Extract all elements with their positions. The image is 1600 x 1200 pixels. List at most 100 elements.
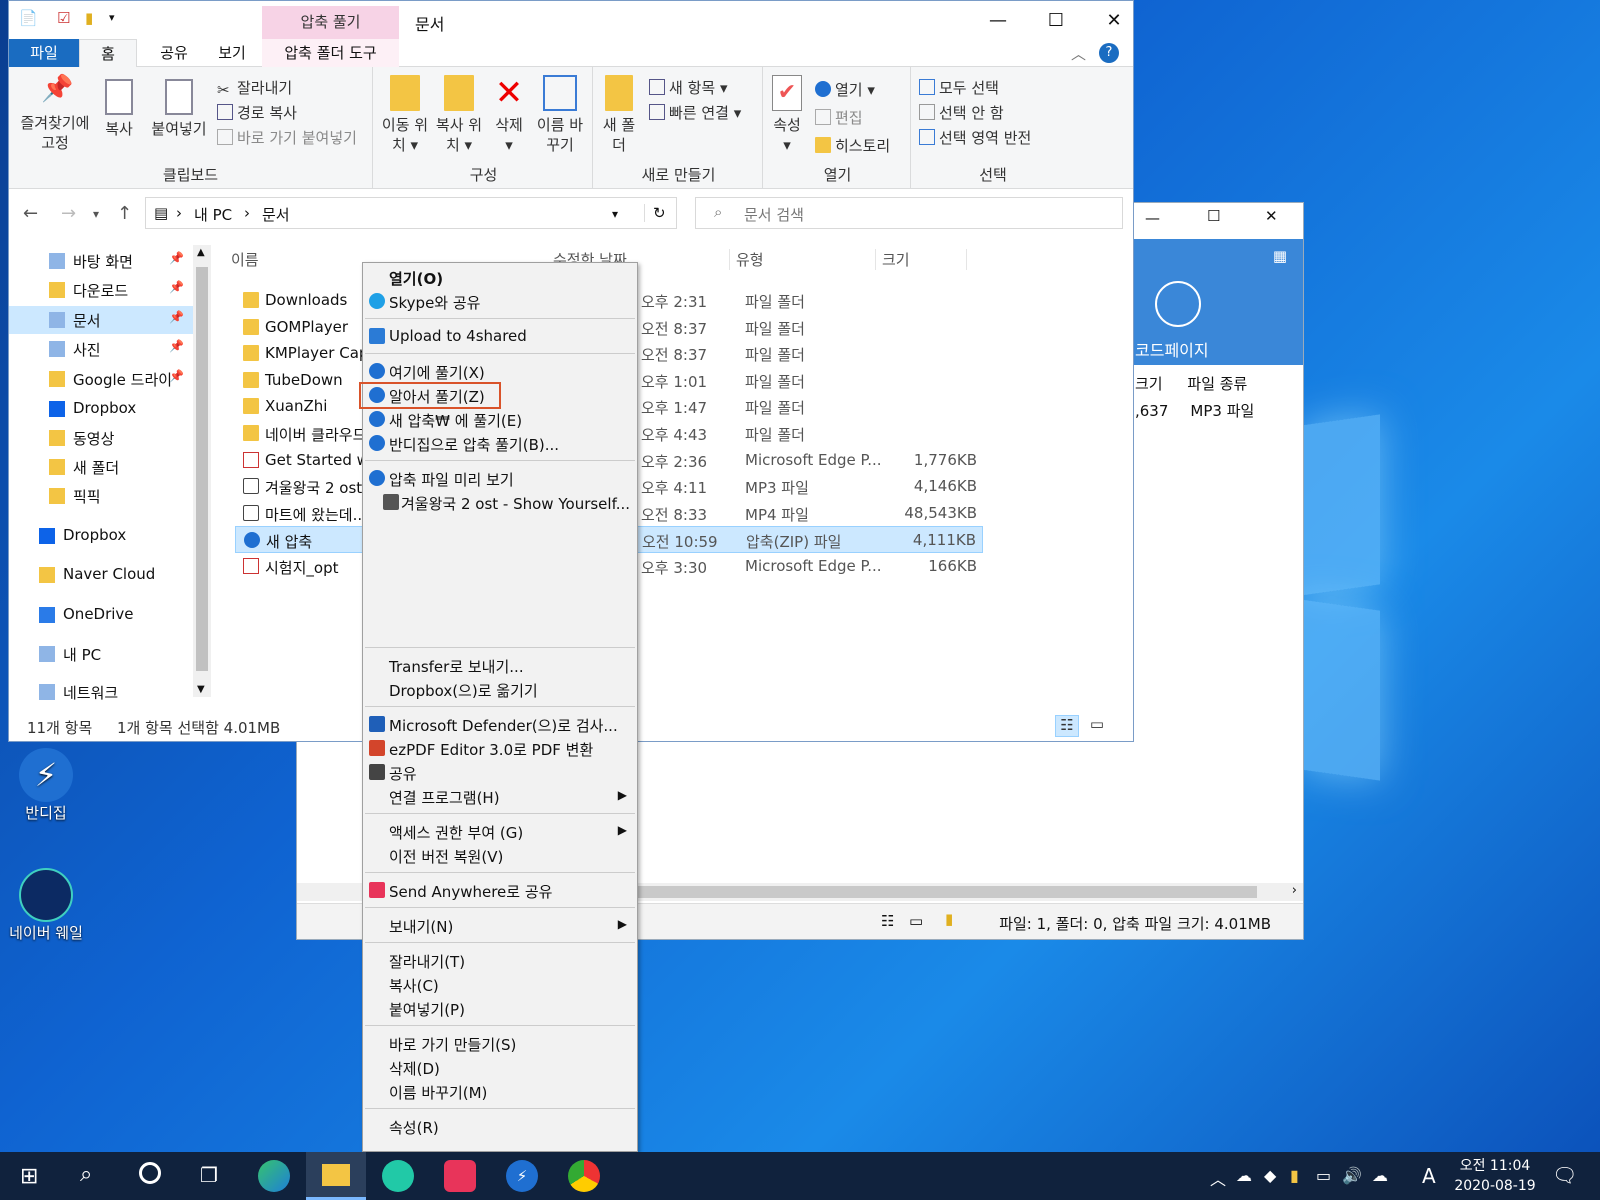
menu-item[interactable]: 공유 [363,760,637,784]
menu-item[interactable]: 잘라내기(T) [363,948,637,972]
globe-icon[interactable] [1155,281,1201,327]
cloud-upload-icon[interactable]: ☁ [1372,1166,1388,1185]
menu-item[interactable]: 반디집으로 압축 풀기(B)... [363,431,637,455]
close-button[interactable]: ✕ [1085,7,1143,35]
close-button[interactable]: ✕ [1265,207,1278,225]
details-view-icon[interactable]: ☷ [1055,715,1079,737]
scroll-thumb[interactable] [637,886,1257,898]
copy-button[interactable]: 복사 [99,79,139,139]
breadcrumb-this-pc[interactable]: 내 PC [194,204,232,225]
nav-item[interactable]: Dropbox [9,522,193,550]
nav-item[interactable]: 다운로드 📌 [9,276,193,304]
tab-home[interactable]: 홈 [79,39,137,67]
col-size[interactable]: 크기 [1135,375,1163,393]
scroll-down-icon[interactable]: ▼ [197,684,205,695]
folder-tray-icon[interactable]: ▮ [1290,1166,1299,1185]
breadcrumb-separator[interactable]: › [176,204,182,222]
menu-item[interactable]: 새 압축₩ 에 풀기(E) [363,407,637,431]
collapse-ribbon-icon[interactable]: ︿ [1071,43,1086,64]
nav-item[interactable]: 바탕 화면 📌 [9,247,193,275]
maximize-button[interactable]: ☐ [1207,207,1220,225]
volume-icon[interactable]: 🔊 [1342,1166,1362,1185]
desktop-icon-bandizip[interactable]: ⚡ 반디집 [6,748,86,823]
menu-item[interactable]: 여기에 풀기(X) [363,359,637,383]
invert-selection-button[interactable]: 선택 영역 반전 [919,127,1031,148]
menu-item[interactable]: 보내기(N) ▶ [363,913,637,937]
menu-item[interactable]: 이전 버전 복원(V) [363,843,637,867]
scroll-up-icon[interactable]: ▲ [197,247,205,258]
pin-button[interactable]: 📌 즐겨찾기에 고정 [17,76,93,153]
preview-view-icon[interactable]: ▭ [909,912,923,930]
search-input[interactable]: ⌕ 문서 검색 [695,197,1123,229]
search-button[interactable]: ⌕ [60,1152,120,1200]
taskbar-chrome[interactable] [554,1152,614,1200]
folder-icon[interactable]: ▮ [85,9,93,27]
menu-item[interactable]: Send Anywhere로 공유 [363,878,637,902]
large-icons-view-icon[interactable]: ▭ [1085,715,1109,737]
col-type[interactable]: 파일 종류 [1187,375,1247,393]
taskbar-file-explorer[interactable] [306,1152,366,1200]
move-to-button[interactable]: 이동 위치 ▾ [381,75,429,155]
nav-item[interactable]: 사진 📌 [9,335,193,363]
nav-item[interactable]: OneDrive [9,601,193,629]
task-view-button[interactable]: ❐ [180,1152,240,1200]
open-button[interactable]: 열기 ▾ [815,79,875,100]
menu-item[interactable]: 이름 바꾸기(M) [363,1079,637,1103]
qat-dropdown-icon[interactable]: ▾ [109,11,115,24]
easy-access-button[interactable]: 빠른 연결 ▾ [649,102,741,123]
ime-indicator[interactable]: A [1422,1164,1436,1188]
select-all-button[interactable]: 모두 선택 [919,77,999,98]
maximize-button[interactable]: ☐ [1027,7,1085,35]
nav-item[interactable]: Dropbox [9,395,193,423]
menu-item[interactable]: 삭제(D) [363,1055,637,1079]
menu-item[interactable]: 속성(R) [363,1114,637,1138]
rename-button[interactable]: 이름 바꾸기 [533,75,587,155]
edit-button[interactable]: 편집 [815,107,863,128]
menu-item[interactable]: 압축 파일 미리 보기 [363,466,637,490]
taskbar-sendanywhere[interactable] [430,1152,490,1200]
onedrive-icon[interactable]: ☁ [1236,1166,1252,1185]
menu-item[interactable]: 연결 프로그램(H) ▶ [363,784,637,808]
nav-item[interactable]: 네트워크 [9,678,193,706]
breadcrumb-documents[interactable]: 문서 [262,204,290,225]
history-button[interactable]: 히스토리 [815,135,890,156]
forward-icon[interactable]: → [61,203,76,224]
minimize-button[interactable]: — [969,7,1027,35]
network-icon[interactable]: ▭ [1316,1166,1331,1185]
menu-item[interactable]: 열기(O) [363,265,637,289]
scroll-thumb[interactable] [196,267,208,671]
start-button[interactable]: ⊞ [0,1152,60,1200]
column-header-size[interactable]: 크기 [875,249,967,270]
breadcrumb-separator[interactable]: › [244,204,250,222]
codepage-button[interactable]: 코드페이지 [1135,337,1209,361]
paste-shortcut-button[interactable]: 바로 가기 붙여넣기 [217,127,357,148]
taskbar-whale[interactable] [368,1152,428,1200]
nav-scrollbar[interactable]: ▲ ▼ [193,245,211,697]
address-dropdown-icon[interactable]: ▾ [612,207,618,221]
copy-to-button[interactable]: 복사 위치 ▾ [435,75,483,155]
column-header-type[interactable]: 유형 [729,249,764,270]
menu-item[interactable]: Transfer로 보내기... [363,653,637,677]
back-icon[interactable]: ← [23,203,38,224]
copy-path-button[interactable]: 경로 복사 [217,102,297,123]
properties-button[interactable]: ✔ 속성 ▾ [767,75,807,155]
clock[interactable]: 오전 11:04 2020-08-19 [1450,1156,1540,1196]
nav-item[interactable]: Naver Cloud [9,561,193,589]
show-hidden-icons-icon[interactable]: ︿ [1210,1166,1226,1190]
paste-button[interactable]: 붙여넣기 [149,79,209,139]
up-icon[interactable]: ↑ [117,203,132,224]
desktop-icon-whale[interactable]: 네이버 웨일 [6,868,86,943]
menu-item[interactable]: Microsoft Defender(으)로 검사... [363,712,637,736]
menu-item[interactable]: ezPDF Editor 3.0로 PDF 변환 [363,736,637,760]
menu-item[interactable]: 알아서 풀기(Z) [359,382,637,409]
refresh-icon[interactable]: ↻ [644,204,666,222]
new-item-button[interactable]: 새 항목 ▾ [649,77,727,98]
column-header-name[interactable]: 이름 [231,249,259,270]
menu-item[interactable]: 겨울왕국 2 ost - Show Yourself... [363,490,637,514]
tab-share[interactable]: 공유 [149,39,199,67]
menu-item[interactable]: 바로 가기 만들기(S) [363,1031,637,1055]
scroll-right-icon[interactable]: › [1292,883,1297,898]
help-icon[interactable]: ? [1099,43,1119,63]
details-view-icon[interactable]: ☷ [881,912,894,930]
nav-item[interactable]: Google 드라이 📌 [9,365,193,393]
